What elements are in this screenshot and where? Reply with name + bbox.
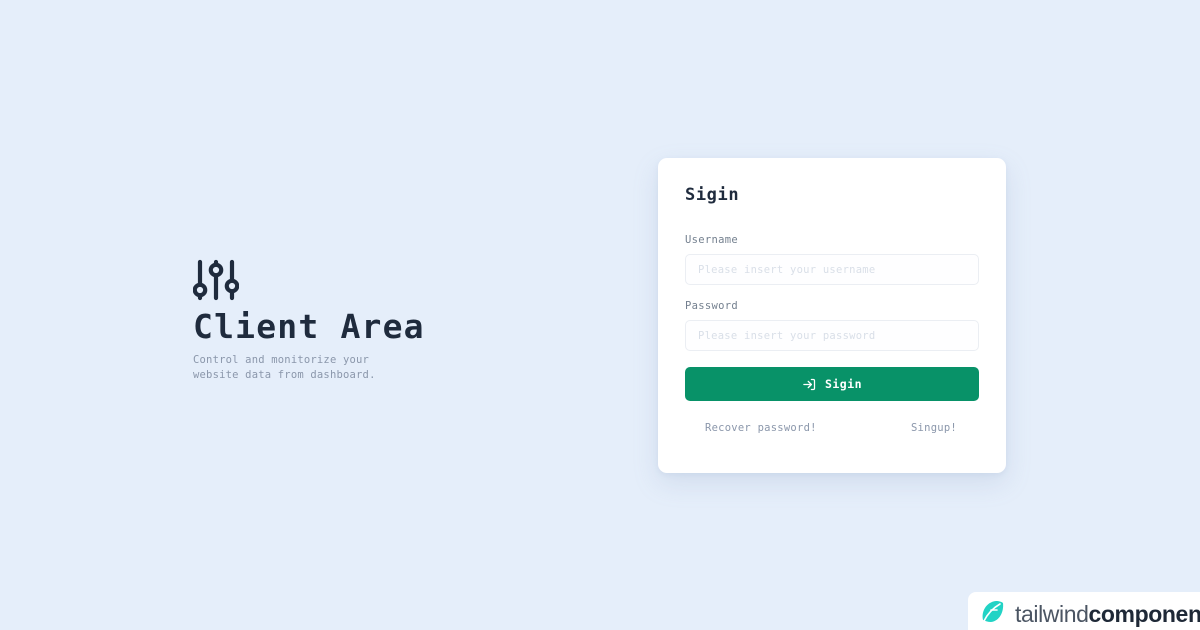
username-label: Username — [685, 234, 738, 246]
watermark-text-bold: components — [1088, 600, 1200, 627]
hero-block: Client Area Control and monitorize your … — [192, 258, 613, 383]
watermark-text-light: tailwind — [1015, 600, 1089, 627]
tailwindcomponents-watermark[interactable]: tailwindcomponents — [968, 592, 1200, 630]
card-title: Sigin — [685, 185, 740, 205]
signin-button[interactable]: Sigin — [685, 367, 979, 401]
leaf-icon — [980, 599, 1006, 629]
field-group-username: Username — [685, 234, 979, 285]
username-input[interactable] — [685, 254, 979, 285]
signup-link[interactable]: Singup! — [911, 422, 957, 434]
page-title: Client Area — [193, 307, 425, 346]
watermark-text: tailwindcomponents — [1015, 601, 1200, 628]
recover-password-link[interactable]: Recover password! — [705, 422, 817, 434]
signin-card: Sigin Username Password Sigin Recover pa… — [658, 158, 1006, 473]
password-label: Password — [685, 300, 738, 312]
page-subtitle: Control and monitorize your website data… — [193, 354, 376, 381]
password-input[interactable] — [685, 320, 979, 351]
field-group-password: Password — [685, 300, 979, 351]
card-links: Recover password! Singup! — [685, 422, 979, 434]
login-icon — [802, 377, 817, 392]
sliders-icon — [192, 258, 240, 302]
signin-button-label: Sigin — [824, 377, 863, 391]
